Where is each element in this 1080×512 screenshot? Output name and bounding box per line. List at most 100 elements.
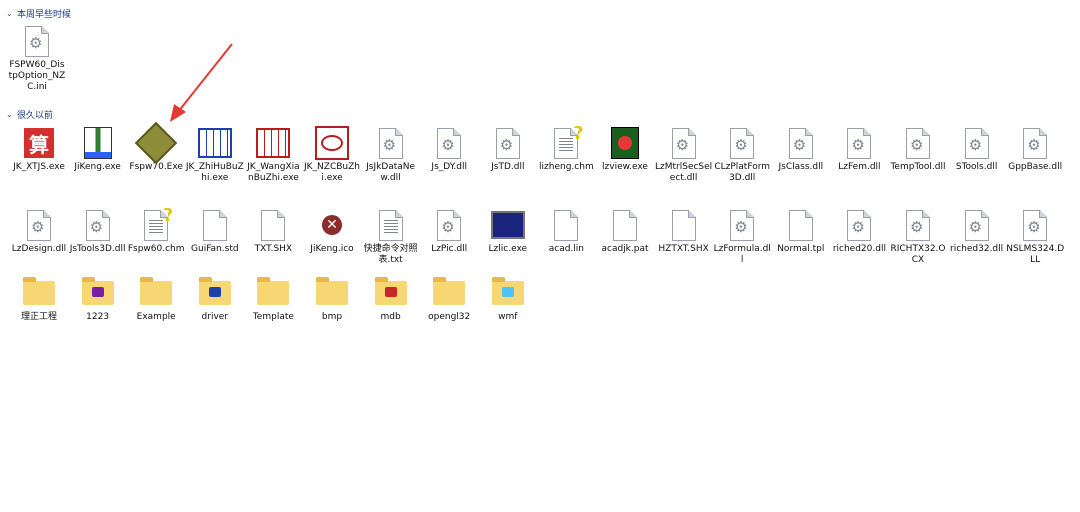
blank-file-icon (549, 208, 583, 242)
file-label: JK_ZhiHuBuZhi.exe (185, 162, 244, 183)
file-item[interactable]: GuiFan.std (186, 208, 244, 255)
file-item[interactable]: TempTool.dll (889, 126, 947, 173)
folder-item[interactable]: 1223 (69, 276, 127, 323)
folder-item[interactable]: Template (244, 276, 302, 323)
chevron-down-icon: ⌄ (6, 8, 13, 18)
computer-app-icon (490, 208, 525, 242)
file-label: RICHTX32.OCX (890, 244, 946, 265)
file-label: HZTXT.SHX (658, 244, 709, 254)
file-item[interactable]: LzDesign.dll (10, 208, 68, 255)
folder-item[interactable]: 理正工程 (10, 276, 68, 323)
folder-icon (491, 276, 525, 310)
folder-item[interactable]: bmp (303, 276, 361, 323)
folder-icon (256, 276, 290, 310)
blank-file-icon (667, 208, 701, 242)
file-label: LzDesign.dll (11, 244, 67, 254)
group-label: 本周早些时候 (17, 9, 72, 20)
folder-label: 理正工程 (20, 312, 57, 322)
file-item[interactable]: ✕ JiKeng.ico (303, 208, 361, 255)
file-label: GppBase.dll (1008, 162, 1063, 172)
file-label: lizheng.chm (539, 162, 594, 172)
dll-file-icon (901, 126, 935, 160)
file-item[interactable]: LzFormula.dll (713, 208, 771, 266)
folder-icon (22, 276, 56, 310)
group-header-older[interactable]: ⌄ 很久以前 (6, 107, 53, 121)
file-item[interactable]: CLzPlatForm3D.dll (713, 126, 771, 184)
dll-file-icon (22, 208, 56, 242)
file-label: JK_NZCBuZhi.exe (304, 162, 360, 183)
file-label: STools.dll (955, 162, 998, 172)
folder-label: bmp (321, 312, 343, 322)
file-label: LzMtrlSecSelect.dll (655, 162, 713, 183)
folder-label: Example (136, 312, 176, 322)
file-item[interactable]: STools.dll (948, 126, 1006, 173)
folder-label: opengl32 (428, 312, 471, 322)
group-header-recent[interactable]: ⌄ 本周早些时候 (6, 6, 71, 20)
text-file-icon (374, 208, 408, 242)
file-label: CLzPlatForm3D.dll (714, 162, 771, 183)
file-item[interactable]: RICHTX32.OCX (889, 208, 947, 266)
file-label: FSPW60_DistpOption_NZC.ini (8, 60, 66, 92)
file-item[interactable]: JK_NZCBuZhi.exe (303, 126, 361, 184)
file-label: LzPic.dll (431, 244, 468, 254)
file-item[interactable]: Fspw70.Exe (127, 121, 185, 173)
file-item[interactable]: acadjk.pat (596, 208, 654, 255)
file-item[interactable]: 快捷命令对照表.txt (362, 208, 420, 266)
file-item[interactable]: JsClass.dll (772, 126, 830, 173)
folder-item[interactable]: Example (127, 276, 185, 323)
folder-item[interactable]: mdb (362, 276, 420, 323)
file-item[interactable]: lzview.exe (596, 126, 654, 173)
file-item[interactable]: 算 JK_XTJS.exe (10, 126, 68, 173)
folder-item[interactable]: opengl32 (420, 276, 478, 323)
file-item[interactable]: Js_DY.dll (420, 126, 478, 173)
dll-file-icon (81, 208, 115, 242)
file-item[interactable]: HZTXT.SHX (655, 208, 713, 255)
file-item[interactable]: JsTools3D.dll (69, 208, 127, 255)
jikeng-app-icon (81, 126, 115, 160)
blank-file-icon (608, 208, 642, 242)
file-item[interactable]: FSPW60_DistpOption_NZC.ini (8, 24, 66, 93)
file-item[interactable]: GppBase.dll (1006, 126, 1064, 173)
file-label: Js_DY.dll (431, 162, 467, 172)
file-item[interactable]: Lzlic.exe (479, 208, 537, 255)
file-label: TXT.SHX (254, 244, 293, 254)
dll-file-icon (960, 126, 994, 160)
file-label: Fspw60.chm (127, 244, 185, 254)
file-item[interactable]: LzMtrlSecSelect.dll (655, 126, 713, 184)
file-label: riched32.dll (950, 244, 1004, 254)
file-item[interactable]: acad.lin (537, 208, 595, 255)
folder-label: 1223 (86, 312, 110, 322)
file-item[interactable]: NSLMS324.DLL (1006, 208, 1064, 266)
file-label: JsClass.dll (778, 162, 824, 172)
file-label: LzFormula.dll (713, 244, 771, 265)
file-item[interactable]: JiKeng.exe (69, 126, 127, 173)
dll-file-icon (491, 126, 525, 160)
file-item[interactable]: Normal.tpl (772, 208, 830, 255)
blank-file-icon (198, 208, 232, 242)
file-label: riched20.dll (832, 244, 886, 254)
file-item[interactable]: riched20.dll (830, 208, 888, 255)
file-item[interactable]: ? lizheng.chm (537, 123, 595, 173)
folder-icon (81, 276, 115, 310)
file-item[interactable]: TXT.SHX (244, 208, 302, 255)
file-label: lzview.exe (602, 162, 648, 172)
folder-item[interactable]: driver (186, 276, 244, 323)
file-item[interactable]: LzPic.dll (420, 208, 478, 255)
file-item[interactable]: JsJkDataNew.dll (362, 126, 420, 184)
folder-icon (374, 276, 408, 310)
grid-app-icon (256, 126, 291, 160)
folder-label: driver (201, 312, 229, 322)
help-file-icon: ? (549, 123, 583, 160)
file-item[interactable]: ? Fspw60.chm (127, 205, 185, 255)
file-item[interactable]: LzFem.dll (830, 126, 888, 173)
dll-file-icon (432, 126, 466, 160)
file-item[interactable]: riched32.dll (948, 208, 1006, 255)
file-label: TempTool.dll (890, 162, 946, 172)
file-item[interactable]: JsTD.dll (479, 126, 537, 173)
folder-item[interactable]: wmf (479, 276, 537, 323)
file-item[interactable]: JK_WangXianBuZhi.exe (244, 126, 302, 184)
dll-file-icon (842, 208, 876, 242)
file-item[interactable]: JK_ZhiHuBuZhi.exe (186, 126, 244, 184)
dll-file-icon (1018, 208, 1052, 242)
dll-file-icon (960, 208, 994, 242)
